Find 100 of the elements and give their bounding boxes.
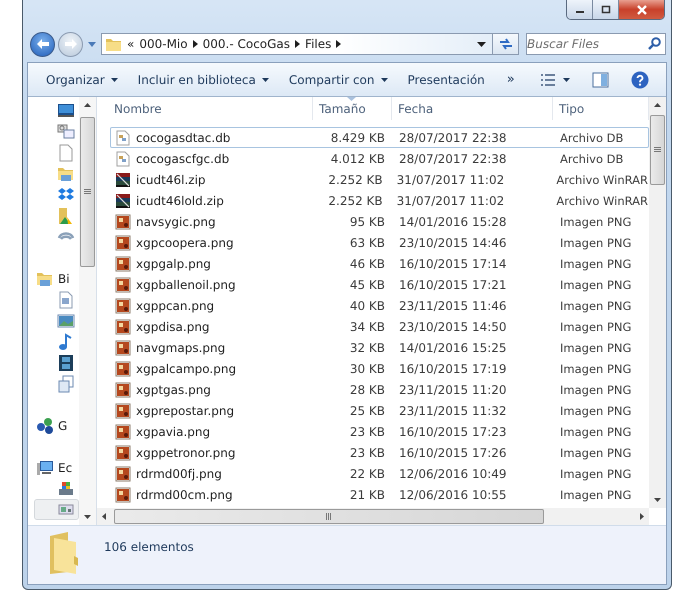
file-size: 46 KB	[348, 256, 386, 270]
arrow-icon[interactable]	[192, 40, 198, 48]
close-button[interactable]	[619, 0, 664, 19]
file-name[interactable]: cocogasdtac.db	[136, 130, 230, 144]
scroll-down-icon[interactable]	[654, 498, 661, 502]
computers-icon[interactable]	[57, 122, 75, 140]
toolbar-button[interactable]: Compartir con	[280, 70, 396, 90]
scroll-thumb[interactable]	[80, 117, 95, 267]
caret-icon[interactable]	[380, 78, 388, 82]
forward-button[interactable]	[58, 32, 83, 56]
picture-icon[interactable]	[57, 312, 75, 330]
scroll-thumb[interactable]	[650, 115, 665, 185]
folder-icon[interactable]	[57, 206, 75, 224]
column-header[interactable]: Nombre	[97, 97, 313, 120]
breadcrumb[interactable]: Files	[305, 37, 332, 51]
nav-item-label[interactable]: Ec	[58, 460, 72, 474]
dropdown-icon[interactable]	[477, 42, 486, 46]
file-name[interactable]: xgpballenoil.png	[136, 278, 236, 292]
address-bar[interactable]: « 000-Mio 000.- CocoGas Files	[101, 33, 493, 55]
image-file-icon	[115, 318, 131, 334]
caret-icon[interactable]	[110, 78, 118, 82]
network-icon[interactable]	[36, 416, 54, 434]
file-name[interactable]: xgppcan.png	[136, 298, 214, 312]
more-button[interactable]: »	[496, 69, 525, 90]
breadcrumb[interactable]: 000.- CocoGas	[202, 37, 290, 51]
file-size: 22 KB	[348, 466, 386, 480]
file-name[interactable]: rdrmd00cm.png	[136, 488, 233, 502]
help-icon[interactable]	[631, 70, 649, 88]
scroll-up-icon[interactable]	[654, 103, 661, 107]
file-name[interactable]: xgprepostar.png	[136, 404, 234, 418]
toolbar-button[interactable]: Organizar	[38, 70, 126, 90]
toolbar-button[interactable]: Incluir en biblioteca	[130, 70, 277, 90]
nav-item-label[interactable]: G	[58, 418, 68, 432]
image-file-icon	[115, 486, 131, 502]
documents-icon[interactable]	[57, 374, 75, 392]
close-icon[interactable]	[636, 4, 648, 14]
file-date: 23/11/2015 11:46	[398, 298, 508, 312]
file-size: 30 KB	[348, 362, 386, 376]
document-icon[interactable]	[57, 144, 75, 162]
search-icon[interactable]	[648, 37, 661, 50]
minimize-button[interactable]	[567, 0, 593, 19]
file-name[interactable]: xgpgalp.png	[136, 256, 211, 270]
file-type: Imagen PNG	[559, 278, 632, 292]
file-date: 16/10/2015 17:19	[398, 362, 508, 376]
file-size: 34 KB	[348, 320, 386, 334]
back-arrow-icon[interactable]	[36, 38, 50, 50]
history-dropdown-icon[interactable]	[88, 41, 96, 47]
file-name[interactable]: xgpavia.png	[136, 424, 210, 438]
refresh-button[interactable]	[493, 33, 519, 55]
scrollbar[interactable]	[79, 97, 96, 525]
file-date: 16/10/2015 17:21	[398, 278, 508, 292]
file-name[interactable]: navsygic.png	[136, 214, 216, 228]
document-icon[interactable]	[57, 290, 75, 308]
file-date: 23/10/2015 14:46	[398, 236, 508, 250]
nav-item-highlight[interactable]	[34, 499, 79, 520]
scroll-left-icon[interactable]	[102, 513, 106, 520]
scroll-down-icon[interactable]	[84, 515, 91, 519]
file-name[interactable]: xgptgas.png	[136, 382, 211, 396]
image-file-icon	[115, 382, 131, 398]
caret-icon[interactable]	[262, 78, 269, 82]
arrow-icon[interactable]	[295, 40, 300, 48]
arrow-icon[interactable]	[336, 40, 342, 48]
file-date: 12/06/2016 10:55	[398, 488, 508, 502]
scroll-thumb[interactable]	[114, 509, 544, 524]
computer-icon[interactable]	[36, 458, 54, 476]
file-type: Archivo DB	[559, 152, 624, 166]
file-size: 4.012 KB	[330, 152, 386, 166]
file-name[interactable]: rdrmd00fj.png	[136, 466, 222, 480]
maximize-icon[interactable]	[600, 5, 610, 14]
preview-pane-icon[interactable]	[592, 72, 609, 88]
film-icon[interactable]	[57, 354, 75, 372]
file-name[interactable]: icudt46l.zip	[136, 172, 206, 186]
file-name[interactable]: xgppetronor.png	[136, 446, 236, 460]
scroll-right-icon[interactable]	[640, 513, 644, 520]
file-name[interactable]: navgmaps.png	[136, 340, 226, 354]
maximize-button[interactable]	[593, 0, 619, 19]
toolbar-button[interactable]: Presentación	[400, 70, 493, 90]
file-size: 95 KB	[348, 214, 386, 228]
focused-row[interactable]: cocogasdtac.db 8.429 KB 28/07/2017 22:38 Archivo DB	[110, 127, 649, 148]
file-date: 28/07/2017 22:38	[398, 152, 508, 166]
column-header[interactable]: Tamaño	[313, 97, 392, 120]
file-size: 2.252 KB	[327, 194, 384, 208]
file-name[interactable]: xgpdisa.png	[136, 320, 210, 334]
file-name[interactable]: xgpalcampo.png	[136, 362, 236, 376]
archive-icon	[115, 172, 131, 188]
overflow-chevron[interactable]: «	[127, 37, 134, 51]
file-name[interactable]: icudt46lold.zip	[136, 194, 224, 208]
file-name[interactable]: cocogascfgc.db	[136, 152, 230, 166]
monitor-icon[interactable]	[57, 102, 75, 120]
breadcrumb[interactable]: 000-Mio	[139, 37, 188, 51]
scrollbar[interactable]	[97, 508, 649, 525]
drive-icon[interactable]	[57, 480, 75, 498]
file-name[interactable]: xgpcoopera.png	[136, 236, 234, 250]
search-field[interactable]: Buscar Files	[526, 33, 666, 55]
scrollbar[interactable]	[649, 97, 666, 508]
nav-item-label[interactable]: Bi	[58, 272, 70, 286]
refresh-icon[interactable]	[498, 37, 514, 51]
scroll-up-icon[interactable]	[84, 103, 91, 107]
back-button[interactable]	[30, 32, 55, 56]
column-header[interactable]: Fecha	[392, 97, 553, 120]
